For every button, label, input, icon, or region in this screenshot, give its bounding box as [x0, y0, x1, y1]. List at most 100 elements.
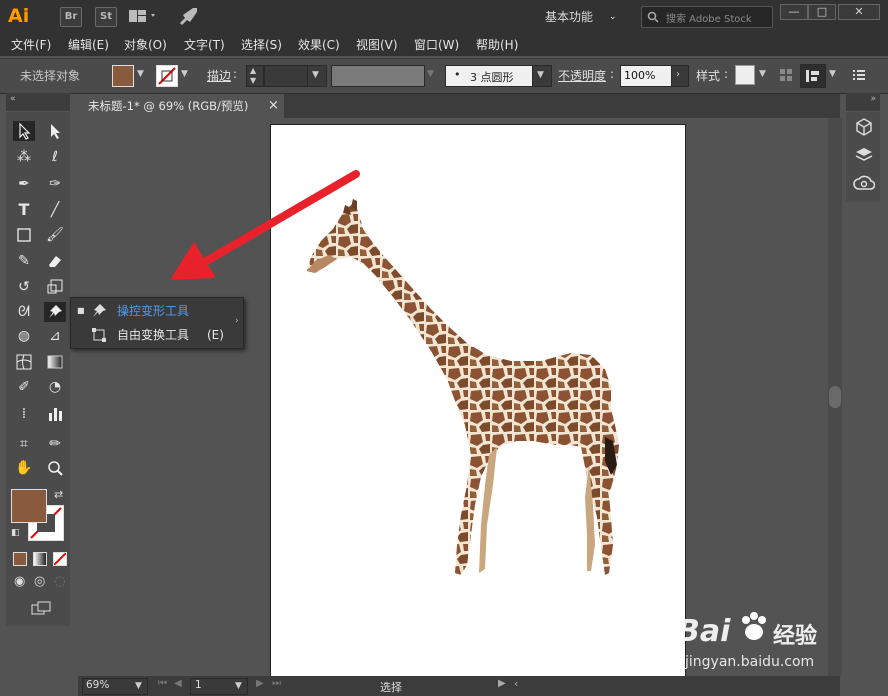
scroll-left-icon[interactable]: ‹	[514, 677, 518, 690]
cc-libraries-button[interactable]	[853, 174, 876, 192]
warp-tool[interactable]: ᘛ	[13, 302, 35, 322]
zoom-tool[interactable]	[44, 458, 66, 478]
line-tool[interactable]: ╱	[44, 200, 66, 220]
layers-icon	[855, 148, 873, 161]
selection-tool[interactable]	[13, 121, 35, 141]
menu-view[interactable]: 视图(V)	[356, 36, 398, 53]
symbol-sprayer-tool[interactable]: ⁞	[13, 404, 35, 424]
page-dropdown[interactable]: 1 ▼	[190, 678, 248, 695]
last-page-icon[interactable]: ⏭	[272, 678, 281, 689]
stock-button[interactable]: St	[95, 7, 117, 27]
menu-edit[interactable]: 编辑(E)	[68, 36, 109, 53]
flyout-tearoff-icon[interactable]: ›	[235, 316, 239, 326]
layers-panel-button[interactable]	[855, 146, 873, 164]
gpu-performance-button[interactable]	[177, 6, 199, 26]
close-document-icon[interactable]: ×	[268, 94, 279, 118]
stroke-weight-stepper[interactable]: ▲ ▼	[246, 65, 264, 87]
flyout-item-puppet-warp[interactable]: ■ 操控变形工具	[71, 300, 231, 322]
bridge-button[interactable]: Br	[60, 7, 82, 27]
lasso-tool[interactable]: ℓ	[44, 147, 66, 167]
panel-menu-button[interactable]	[852, 68, 866, 82]
rotate-tool[interactable]: ↺	[13, 277, 35, 297]
recolor-button[interactable]	[779, 68, 793, 82]
perspective-grid-tool[interactable]: ⊿	[44, 326, 66, 346]
draw-behind-icon[interactable]: ◎	[34, 574, 45, 589]
right-panel-header[interactable]: »	[846, 93, 880, 111]
type-tool[interactable]: T	[13, 200, 35, 220]
stroke-label[interactable]: 描边	[207, 67, 231, 84]
workspace-switcher[interactable]: 基本功能 ⌄	[545, 7, 623, 27]
fill-color-front[interactable]	[11, 489, 47, 523]
stock-search[interactable]: 搜索 Adobe Stock	[641, 6, 773, 28]
menu-window[interactable]: 窗口(W)	[414, 36, 459, 53]
color-mode-button[interactable]	[13, 552, 27, 566]
rectangle-tool[interactable]	[13, 225, 35, 245]
opacity-arrow[interactable]: ›	[671, 65, 689, 87]
chevron-down-icon[interactable]: ▼	[181, 69, 188, 79]
gradient-tool[interactable]	[44, 352, 66, 372]
variable-width-profile[interactable]	[331, 65, 425, 87]
direct-selection-tool[interactable]	[44, 121, 66, 141]
scale-tool[interactable]	[44, 277, 66, 297]
screen-mode-button[interactable]	[30, 600, 54, 616]
hand-tool[interactable]: ✋	[13, 458, 35, 478]
chevron-down-icon[interactable]: ▼	[759, 69, 766, 79]
opacity-input[interactable]: 100%	[620, 65, 672, 87]
curvature-tool[interactable]: ✑	[44, 174, 66, 194]
status-menu-icon[interactable]: ▶	[498, 678, 506, 689]
brush-definition[interactable]: • 3 点圆形	[445, 65, 533, 87]
shaper-tool[interactable]: ✎	[13, 251, 35, 271]
mesh-tool[interactable]	[13, 352, 35, 372]
document-tab[interactable]: 未标题-1* @ 69% (RGB/预览) ×	[80, 94, 284, 118]
magic-wand-tool[interactable]: ⁂	[13, 147, 35, 167]
draw-normal-icon[interactable]: ◉	[14, 574, 25, 589]
menu-help[interactable]: 帮助(H)	[476, 36, 518, 53]
eraser-tool[interactable]	[44, 251, 66, 271]
stroke-weight-input[interactable]	[264, 65, 308, 87]
chevron-down-icon[interactable]: ▼	[829, 69, 836, 79]
opacity-label[interactable]: 不透明度	[558, 67, 606, 84]
zoom-dropdown[interactable]: 69% ▼	[82, 678, 148, 695]
blend-tool[interactable]: ◔	[44, 377, 66, 397]
properties-panel-button[interactable]	[855, 118, 873, 136]
menu-select[interactable]: 选择(S)	[241, 36, 282, 53]
swap-colors-icon[interactable]: ⇄	[54, 488, 63, 501]
style-swatch[interactable]	[735, 65, 755, 85]
fill-swatch[interactable]	[112, 65, 134, 87]
scale-icon	[47, 279, 63, 294]
default-colors-icon[interactable]: ◧	[11, 528, 20, 538]
brush-dropdown[interactable]: ▼	[532, 65, 552, 87]
flyout-item-free-transform[interactable]: 自由变换工具 (E)	[71, 324, 231, 346]
shape-builder-tool[interactable]: ◍	[13, 326, 35, 346]
menu-type[interactable]: 文字(T)	[184, 36, 225, 53]
first-page-icon[interactable]: ⏮	[158, 678, 167, 689]
toolbox-header[interactable]: «	[6, 93, 70, 111]
expand-icon[interactable]: »	[870, 94, 876, 104]
menu-object[interactable]: 对象(O)	[124, 36, 167, 53]
stroke-swatch[interactable]	[156, 65, 178, 87]
draw-inside-icon[interactable]: ◌	[54, 574, 65, 589]
menu-file[interactable]: 文件(F)	[11, 36, 51, 53]
stroke-weight-dropdown[interactable]: ▼	[307, 65, 327, 87]
close-button[interactable]: ✕	[838, 4, 880, 20]
arrange-documents-button[interactable]	[128, 9, 158, 23]
next-page-icon[interactable]: ▶	[256, 678, 264, 689]
pen-tool[interactable]: ✒	[13, 174, 35, 194]
chevron-down-icon[interactable]: ▼	[137, 69, 144, 79]
vertical-scrollbar[interactable]	[828, 118, 842, 676]
menu-effect[interactable]: 效果(C)	[298, 36, 340, 53]
gradient-mode-button[interactable]	[33, 552, 47, 566]
prev-page-icon[interactable]: ◀	[174, 678, 182, 689]
column-graph-tool[interactable]	[44, 404, 66, 424]
artboard-tool[interactable]: ⌗	[13, 434, 35, 454]
eyedropper-tool[interactable]: ✐	[13, 377, 35, 397]
align-button[interactable]	[800, 64, 826, 88]
paintbrush-tool[interactable]: 🖌	[44, 225, 66, 245]
collapse-icon[interactable]: «	[10, 94, 16, 104]
minimize-button[interactable]: —	[780, 4, 808, 20]
slice-tool[interactable]: ✏	[44, 434, 66, 454]
scrollbar-thumb[interactable]	[829, 386, 841, 408]
none-mode-button[interactable]	[53, 552, 67, 566]
puppet-warp-tool[interactable]	[44, 302, 66, 322]
maximize-button[interactable]: □	[808, 4, 836, 20]
